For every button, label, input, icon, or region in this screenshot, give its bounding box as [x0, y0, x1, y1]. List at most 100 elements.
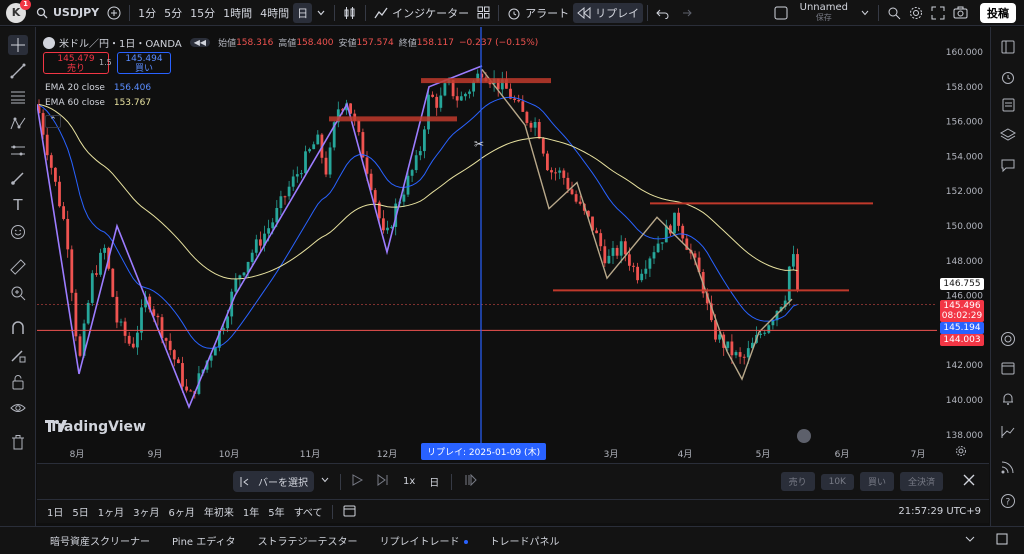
interval-1m[interactable]: 1分	[134, 3, 160, 23]
interval-1d[interactable]: 日	[293, 2, 313, 23]
candle-body	[656, 243, 660, 253]
chart-area[interactable]: 160.000 158.000 156.000 154.000 152.000 150.0…	[37, 27, 989, 463]
notifications-button[interactable]	[998, 389, 1018, 409]
zoom-tool[interactable]	[8, 283, 28, 303]
emoji-tool[interactable]	[8, 222, 28, 242]
chart-type-button[interactable]	[339, 3, 361, 23]
compare-button[interactable]	[103, 3, 125, 23]
quick-search-button[interactable]	[883, 3, 905, 23]
tab-pine-editor[interactable]: Pine エディタ	[172, 533, 236, 548]
speed-selector[interactable]: 1x	[403, 476, 415, 487]
help-button[interactable]: ?	[998, 491, 1018, 511]
tab-strategy-tester[interactable]: ストラテジーテスター	[258, 533, 358, 548]
collapse-panel-button[interactable]	[964, 533, 976, 548]
settings-button[interactable]	[905, 3, 927, 23]
select-bar-button[interactable]: バーを選択	[233, 471, 314, 492]
replay-sell-button[interactable]: 売り	[780, 472, 815, 491]
step-forward-button[interactable]	[377, 474, 389, 489]
news-button[interactable]	[998, 95, 1018, 115]
pattern-tool[interactable]	[8, 114, 28, 134]
tab-crypto-screener[interactable]: 暗号資産スクリーナー	[50, 533, 150, 548]
replay-button[interactable]: リプレイ	[573, 2, 644, 23]
snapshot-button[interactable]	[949, 3, 972, 23]
indicators-button[interactable]: インジケーター	[370, 3, 473, 23]
crosshair-tool[interactable]	[8, 35, 28, 55]
magnet-tool[interactable]	[8, 318, 28, 338]
publish-button[interactable]: 投稿	[980, 2, 1016, 23]
maximize-panel-button[interactable]	[996, 533, 1008, 548]
symbol-title[interactable]: 米ドル／円・1日・OANDA	[59, 35, 182, 50]
play-button[interactable]	[351, 474, 364, 489]
select-bar-dropdown[interactable]	[320, 475, 330, 488]
collapse-icon[interactable]: ◀◀	[189, 38, 211, 47]
interval-dropdown[interactable]	[312, 3, 330, 23]
interval-15m[interactable]: 15分	[186, 3, 219, 23]
layout-toggle[interactable]	[770, 3, 792, 23]
calendar-icon	[343, 505, 356, 516]
candle-body	[615, 247, 619, 256]
interval-5m[interactable]: 5分	[160, 3, 186, 23]
range-5d[interactable]: 5日	[72, 504, 88, 519]
streams-button[interactable]	[998, 457, 1018, 477]
price-chart[interactable]: 160.000 158.000 156.000 154.000 152.000 150.0…	[37, 27, 989, 463]
lock-drawing-tool[interactable]	[8, 345, 28, 365]
buy-button[interactable]: 145.494 買い	[117, 52, 171, 74]
user-avatar[interactable]: K1	[6, 0, 31, 23]
layouts-button[interactable]	[473, 3, 494, 23]
range-all[interactable]: すべて	[294, 504, 323, 519]
close-replay-button[interactable]	[963, 474, 975, 489]
trading-panel-button[interactable]	[998, 422, 1018, 442]
lock-all-tool[interactable]	[8, 372, 28, 392]
goto-date-button[interactable]	[343, 504, 356, 520]
symbol-search[interactable]: USDJPY	[32, 3, 103, 23]
hide-tool[interactable]	[8, 398, 28, 418]
undo-button[interactable]	[652, 3, 674, 23]
tab-trading-panel[interactable]: トレードパネル	[490, 533, 560, 548]
interval-4h[interactable]: 4時間	[256, 3, 293, 23]
alerts-panel-button[interactable]	[998, 67, 1018, 87]
tab-replay-trading[interactable]: リプレイトレード	[380, 533, 468, 548]
jump-to-realtime-button[interactable]	[464, 473, 478, 489]
text-tool[interactable]: T	[8, 195, 28, 215]
scissors-icon: ✂	[474, 137, 484, 151]
forecast-tool[interactable]	[8, 141, 28, 161]
event-marker[interactable]	[797, 429, 811, 443]
ema1-legend[interactable]: EMA 20 close 156.406	[45, 83, 151, 93]
ideas-button[interactable]	[998, 329, 1018, 349]
range-6m[interactable]: 6ヶ月	[169, 504, 195, 519]
range-5y[interactable]: 5年	[268, 504, 284, 519]
calendar-button[interactable]	[998, 358, 1018, 378]
range-1m[interactable]: 1ヶ月	[98, 504, 124, 519]
x-axis-tick-label: 4月	[678, 449, 693, 460]
redo-button[interactable]	[674, 3, 696, 23]
layout-name[interactable]: Unnamed 保存	[792, 2, 856, 23]
notification-badge: 1	[20, 0, 31, 10]
collapse-legend-button[interactable]: ⌃	[45, 115, 61, 128]
fullscreen-button[interactable]	[927, 3, 949, 23]
measure-tool[interactable]	[8, 257, 28, 277]
bottom-panel-tabs: 暗号資産スクリーナー Pine エディタ ストラテジーテスター リプレイトレード…	[0, 526, 1024, 554]
range-ytd[interactable]: 年初来	[204, 504, 234, 519]
remove-tool[interactable]	[8, 432, 28, 452]
candle-body	[517, 99, 521, 102]
watchlist-button[interactable]	[998, 37, 1018, 57]
ohlc-open-label: 始値	[218, 39, 237, 49]
replay-quantity[interactable]: 10K	[820, 473, 854, 490]
ema2-legend[interactable]: EMA 60 close 153.767	[45, 98, 151, 108]
range-3m[interactable]: 3ヶ月	[133, 504, 159, 519]
fib-tool[interactable]	[8, 87, 28, 107]
chat-button[interactable]	[998, 155, 1018, 175]
clock-display[interactable]: 21:57:29 UTC+9	[898, 506, 981, 517]
range-1d[interactable]: 1日	[47, 504, 63, 519]
axis-settings-button[interactable]	[955, 445, 967, 457]
replay-buy-button[interactable]: 買い	[859, 472, 894, 491]
brush-tool[interactable]	[8, 168, 28, 188]
layout-menu[interactable]	[856, 3, 874, 23]
object-tree-button[interactable]	[998, 125, 1018, 145]
alert-button[interactable]: アラート	[503, 3, 573, 23]
trend-line-tool[interactable]	[8, 61, 28, 81]
replay-interval[interactable]: 日	[429, 474, 439, 489]
interval-1h[interactable]: 1時間	[219, 3, 256, 23]
range-1y[interactable]: 1年	[243, 504, 259, 519]
close-all-button[interactable]: 全決済	[899, 472, 943, 491]
